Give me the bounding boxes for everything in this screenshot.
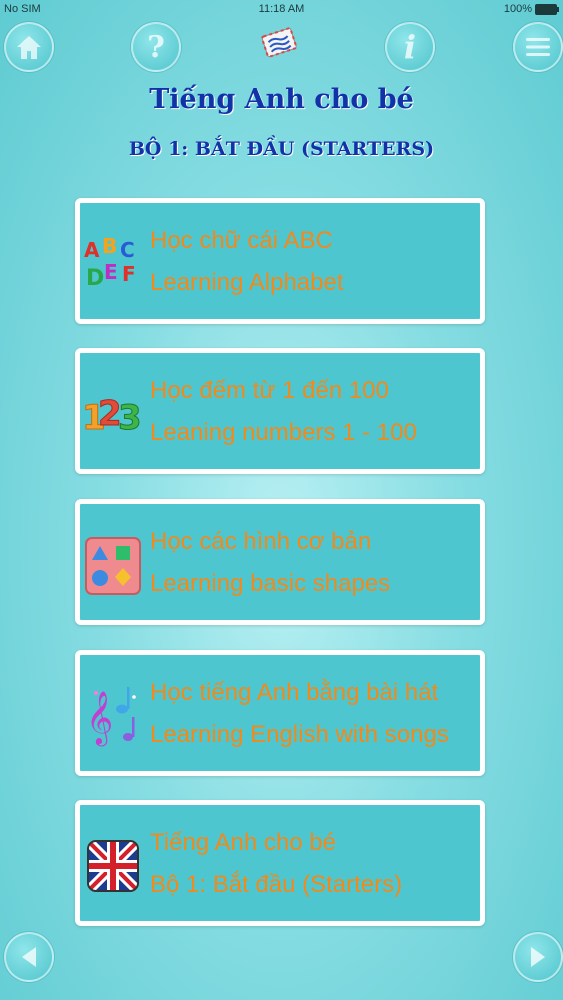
clock: 11:18 AM [258, 3, 305, 15]
alphabet-icon: A B C D E F [84, 234, 136, 291]
menu-item-songs[interactable]: 𝄞 Học tiếng Anh bằng bài hát Learning En… [75, 650, 485, 776]
menu-item-title: Học chữ cái ABC [150, 227, 333, 254]
menu-item-subtitle: Learning Alphabet [150, 269, 344, 296]
home-icon [17, 36, 41, 59]
page-title: Tiếng Anh cho bé [149, 84, 414, 115]
menu-item-numbers[interactable]: 1 2 3 Học đếm từ 1 đến 100 Leaning numbe… [75, 348, 485, 474]
menu-item-title: Học đếm từ 1 đến 100 [150, 377, 389, 404]
envelope-icon[interactable] [259, 22, 299, 62]
svg-text:C: C [120, 238, 135, 262]
question-icon: ? [147, 29, 165, 65]
next-button[interactable] [513, 932, 563, 982]
menu-button[interactable] [513, 22, 563, 72]
menu-item-subtitle: Leaning numbers 1 - 100 [150, 419, 417, 446]
battery-percent: 100% [503, 3, 532, 15]
help-button[interactable]: ? [131, 22, 181, 72]
menu-item-starters[interactable]: Tiếng Anh cho bé Bộ 1: Bắt đầu (Starters… [75, 800, 485, 926]
menu-item-title: Học các hình cơ bản [150, 528, 372, 555]
shapes-icon [85, 537, 141, 595]
menu-item-title: Học tiếng Anh bằng bài hát [150, 679, 439, 706]
svg-text:3: 3 [118, 398, 142, 438]
triangle-right-icon [531, 947, 545, 967]
menu-item-subtitle: Learning English with songs [150, 721, 449, 748]
music-icon: 𝄞 [86, 687, 136, 746]
menu-item-subtitle: Bộ 1: Bắt đầu (Starters) [150, 871, 403, 898]
home-button[interactable] [4, 22, 54, 72]
menu-item-subtitle: Learning basic shapes [150, 570, 391, 597]
menu-item-title: Tiếng Anh cho bé [150, 829, 336, 856]
menu-item-shapes[interactable]: Học các hình cơ bản Learning basic shape… [75, 499, 485, 625]
svg-text:A: A [84, 238, 100, 262]
svg-text:B: B [102, 234, 117, 258]
uk-flag-icon [87, 840, 139, 892]
triangle-left-icon [22, 947, 36, 967]
battery-status: 100% [503, 3, 559, 15]
status-bar: No SIM 11:18 AM 100% [0, 0, 563, 20]
svg-text:𝄞: 𝄞 [86, 690, 113, 746]
battery-icon [535, 3, 559, 15]
info-icon: i [403, 28, 417, 66]
back-button[interactable] [4, 932, 54, 982]
svg-text:F: F [122, 262, 136, 286]
page-subtitle: BỘ 1: BẮT ĐẦU (STARTERS) [128, 138, 435, 160]
info-button[interactable]: i [385, 22, 435, 72]
svg-text:E: E [104, 260, 118, 284]
hamburger-icon [526, 38, 550, 56]
svg-text:D: D [86, 266, 104, 291]
numbers-icon: 1 2 3 [82, 394, 142, 439]
menu-item-alphabet[interactable]: A B C D E F Học chữ cái ABC Learning Alp… [75, 198, 485, 324]
